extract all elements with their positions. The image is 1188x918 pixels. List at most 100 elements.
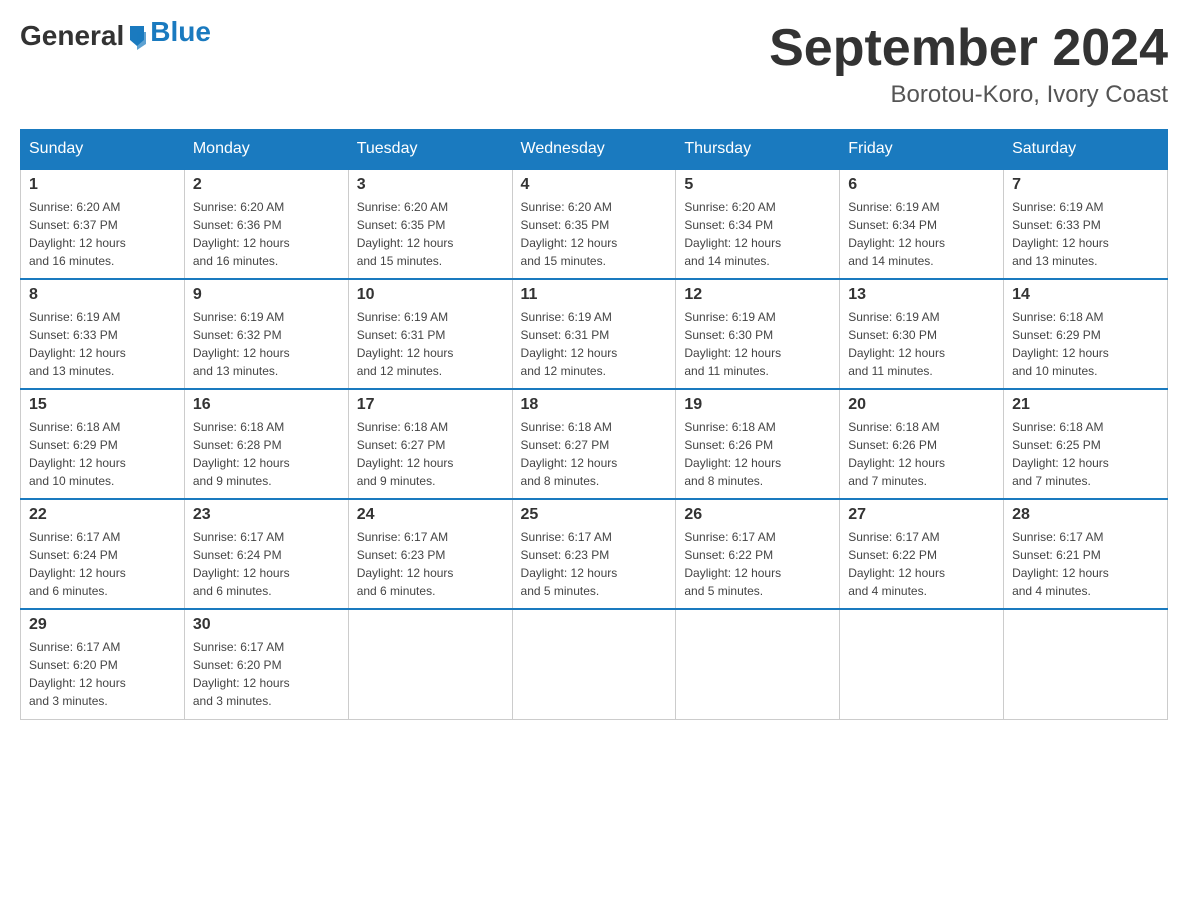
day-number: 3 <box>357 176 504 194</box>
day-number: 2 <box>193 176 340 194</box>
day-number: 25 <box>521 506 668 524</box>
calendar-cell: 9 Sunrise: 6:19 AMSunset: 6:32 PMDaylight… <box>184 279 348 389</box>
day-info: Sunrise: 6:19 AMSunset: 6:32 PMDaylight:… <box>193 308 340 380</box>
day-number: 14 <box>1012 286 1159 304</box>
day-number: 22 <box>29 506 176 524</box>
calendar-cell <box>348 609 512 719</box>
calendar-cell: 13 Sunrise: 6:19 AMSunset: 6:30 PMDayligh… <box>840 279 1004 389</box>
title-area: September 2024 Borotou-Koro, Ivory Coast <box>769 20 1168 109</box>
calendar-cell: 12 Sunrise: 6:19 AMSunset: 6:30 PMDayligh… <box>676 279 840 389</box>
calendar-cell: 22 Sunrise: 6:17 AMSunset: 6:24 PMDayligh… <box>21 499 185 609</box>
calendar-cell: 6 Sunrise: 6:19 AMSunset: 6:34 PMDaylight… <box>840 169 1004 279</box>
day-number: 29 <box>29 616 176 634</box>
calendar-cell: 17Sunrise: 6:18 AMSunset: 6:27 PMDayligh… <box>348 389 512 499</box>
day-number: 15 <box>29 396 176 414</box>
calendar-cell: 16 Sunrise: 6:18 AMSunset: 6:28 PMDayligh… <box>184 389 348 499</box>
day-number: 10 <box>357 286 504 304</box>
calendar-cell: 21Sunrise: 6:18 AMSunset: 6:25 PMDayligh… <box>1004 389 1168 499</box>
day-number: 12 <box>684 286 831 304</box>
calendar-cell: 23 Sunrise: 6:17 AMSunset: 6:24 PMDayligh… <box>184 499 348 609</box>
calendar-cell: 14 Sunrise: 6:18 AMSunset: 6:29 PMDayligh… <box>1004 279 1168 389</box>
calendar-cell: 26Sunrise: 6:17 AMSunset: 6:22 PMDayligh… <box>676 499 840 609</box>
day-info: Sunrise: 6:17 AMSunset: 6:24 PMDaylight:… <box>193 528 340 600</box>
calendar-cell: 4 Sunrise: 6:20 AMSunset: 6:35 PMDaylight… <box>512 169 676 279</box>
weekday-header-thursday: Thursday <box>676 130 840 170</box>
day-info: Sunrise: 6:20 AMSunset: 6:36 PMDaylight:… <box>193 198 340 270</box>
calendar-cell: 8Sunrise: 6:19 AMSunset: 6:33 PMDaylight… <box>21 279 185 389</box>
day-info: Sunrise: 6:17 AMSunset: 6:21 PMDaylight:… <box>1012 528 1159 600</box>
day-info: Sunrise: 6:17 AMSunset: 6:20 PMDaylight:… <box>193 638 340 710</box>
day-info: Sunrise: 6:17 AMSunset: 6:22 PMDaylight:… <box>684 528 831 600</box>
day-info: Sunrise: 6:18 AMSunset: 6:29 PMDaylight:… <box>1012 308 1159 380</box>
calendar-cell: 19 Sunrise: 6:18 AMSunset: 6:26 PMDayligh… <box>676 389 840 499</box>
day-info: Sunrise: 6:18 AMSunset: 6:27 PMDaylight:… <box>521 418 668 490</box>
day-info: Sunrise: 6:20 AMSunset: 6:35 PMDaylight:… <box>521 198 668 270</box>
logo-general-text: General <box>20 20 124 52</box>
day-info: Sunrise: 6:17 AMSunset: 6:23 PMDaylight:… <box>521 528 668 600</box>
day-number: 9 <box>193 286 340 304</box>
calendar-cell: 10 Sunrise: 6:19 AMSunset: 6:31 PMDayligh… <box>348 279 512 389</box>
weekday-header-friday: Friday <box>840 130 1004 170</box>
calendar-cell <box>676 609 840 719</box>
day-info: Sunrise: 6:20 AMSunset: 6:35 PMDaylight:… <box>357 198 504 270</box>
calendar-cell: 3 Sunrise: 6:20 AMSunset: 6:35 PMDaylight… <box>348 169 512 279</box>
day-info: Sunrise: 6:19 AMSunset: 6:30 PMDaylight:… <box>684 308 831 380</box>
calendar-cell: 28 Sunrise: 6:17 AMSunset: 6:21 PMDayligh… <box>1004 499 1168 609</box>
calendar-cell: 25 Sunrise: 6:17 AMSunset: 6:23 PMDayligh… <box>512 499 676 609</box>
logo-blue-text: Blue <box>150 16 211 48</box>
day-info: Sunrise: 6:19 AMSunset: 6:30 PMDaylight:… <box>848 308 995 380</box>
day-number: 30 <box>193 616 340 634</box>
calendar-table: SundayMondayTuesdayWednesdayThursdayFrid… <box>20 129 1168 720</box>
day-number: 7 <box>1012 176 1159 194</box>
day-info: Sunrise: 6:20 AMSunset: 6:34 PMDaylight:… <box>684 198 831 270</box>
day-number: 20 <box>848 396 995 414</box>
day-number: 28 <box>1012 506 1159 524</box>
day-number: 6 <box>848 176 995 194</box>
day-number: 1 <box>29 176 176 194</box>
day-number: 5 <box>684 176 831 194</box>
calendar-cell <box>1004 609 1168 719</box>
day-number: 18 <box>521 396 668 414</box>
day-info: Sunrise: 6:18 AMSunset: 6:26 PMDaylight:… <box>848 418 995 490</box>
calendar-cell <box>840 609 1004 719</box>
day-number: 13 <box>848 286 995 304</box>
day-info: Sunrise: 6:18 AMSunset: 6:25 PMDaylight:… <box>1012 418 1159 490</box>
day-info: Sunrise: 6:18 AMSunset: 6:26 PMDaylight:… <box>684 418 831 490</box>
page-header: General Blue September 2024 Borotou-Koro… <box>20 20 1168 109</box>
calendar-cell <box>512 609 676 719</box>
day-info: Sunrise: 6:19 AMSunset: 6:34 PMDaylight:… <box>848 198 995 270</box>
day-info: Sunrise: 6:19 AMSunset: 6:31 PMDaylight:… <box>521 308 668 380</box>
month-title: September 2024 <box>769 20 1168 77</box>
day-number: 16 <box>193 396 340 414</box>
week-row-2: 8Sunrise: 6:19 AMSunset: 6:33 PMDaylight… <box>21 279 1168 389</box>
calendar-cell: 29Sunrise: 6:17 AMSunset: 6:20 PMDayligh… <box>21 609 185 719</box>
day-info: Sunrise: 6:17 AMSunset: 6:22 PMDaylight:… <box>848 528 995 600</box>
day-info: Sunrise: 6:17 AMSunset: 6:24 PMDaylight:… <box>29 528 176 600</box>
day-number: 17 <box>357 396 504 414</box>
calendar-cell: 15 Sunrise: 6:18 AMSunset: 6:29 PMDayligh… <box>21 389 185 499</box>
weekday-header-row: SundayMondayTuesdayWednesdayThursdayFrid… <box>21 130 1168 170</box>
calendar-cell: 20 Sunrise: 6:18 AMSunset: 6:26 PMDayligh… <box>840 389 1004 499</box>
location-title: Borotou-Koro, Ivory Coast <box>769 81 1168 109</box>
day-number: 24 <box>357 506 504 524</box>
day-number: 4 <box>521 176 668 194</box>
week-row-1: 1 Sunrise: 6:20 AMSunset: 6:37 PMDaylight… <box>21 169 1168 279</box>
day-info: Sunrise: 6:20 AMSunset: 6:37 PMDaylight:… <box>29 198 176 270</box>
logo-icon <box>126 22 148 50</box>
day-info: Sunrise: 6:18 AMSunset: 6:28 PMDaylight:… <box>193 418 340 490</box>
calendar-cell: 30 Sunrise: 6:17 AMSunset: 6:20 PMDayligh… <box>184 609 348 719</box>
day-info: Sunrise: 6:18 AMSunset: 6:29 PMDaylight:… <box>29 418 176 490</box>
weekday-header-tuesday: Tuesday <box>348 130 512 170</box>
calendar-cell: 24Sunrise: 6:17 AMSunset: 6:23 PMDayligh… <box>348 499 512 609</box>
weekday-header-sunday: Sunday <box>21 130 185 170</box>
day-info: Sunrise: 6:19 AMSunset: 6:33 PMDaylight:… <box>1012 198 1159 270</box>
week-row-3: 15 Sunrise: 6:18 AMSunset: 6:29 PMDayligh… <box>21 389 1168 499</box>
week-row-5: 29 Sunrise: 6:17 AMSunset: 6:20 PMDayligh… <box>21 609 1168 719</box>
logo: General Blue <box>20 20 211 52</box>
day-number: 19 <box>684 396 831 414</box>
calendar-cell: 5 Sunrise: 6:20 AMSunset: 6:34 PMDaylight… <box>676 169 840 279</box>
day-info: Sunrise: 6:19 AMSunset: 6:31 PMDaylight:… <box>357 308 504 380</box>
day-number: 11 <box>521 286 668 304</box>
day-number: 27 <box>848 506 995 524</box>
day-number: 23 <box>193 506 340 524</box>
